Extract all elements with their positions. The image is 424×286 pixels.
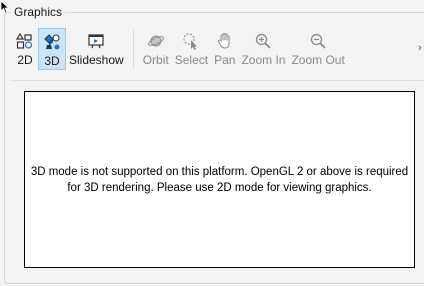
2d-shapes-icon [15,31,35,51]
graphics-viewport: 3D mode is not supported on this platfor… [24,91,415,268]
select-pointer-icon [181,31,201,51]
zoom-in-label: Zoom In [241,53,286,67]
zoom-in-button[interactable]: Zoom In [238,28,288,70]
zoom-out-button[interactable]: Zoom Out [288,28,347,70]
3d-shapes-icon [42,32,62,52]
2d-label: 2D [17,53,33,67]
group-title: Graphics [11,5,66,19]
slideshow-icon [86,31,106,51]
zoom-in-icon [253,31,273,51]
2d-button[interactable]: 2D [12,28,38,70]
graphics-panel: Graphics 2D 3D Slideshow Orbit Select Pa… [0,0,424,286]
graphics-toolbar: 2D 3D Slideshow Orbit Select Pan Zoom In… [12,28,348,72]
zoom-out-icon [308,31,328,51]
slideshow-button[interactable]: Slideshow [66,28,127,70]
unsupported-3d-message: 3D mode is not supported on this platfor… [30,165,409,194]
pan-label: Pan [214,53,236,67]
3d-button[interactable]: 3D [38,28,66,70]
3d-label: 3D [44,54,60,68]
zoom-out-label: Zoom Out [291,53,345,67]
slideshow-label: Slideshow [69,53,124,67]
orbit-label: Orbit [142,53,169,67]
select-button[interactable]: Select [172,28,211,70]
select-label: Select [174,53,209,67]
pan-button[interactable]: Pan [211,28,238,70]
toolbar-separator [132,30,134,68]
orbit-button[interactable]: Orbit [140,28,172,70]
pan-hand-icon [215,31,235,51]
orbit-icon [146,31,166,51]
toolbar-overflow-chevron-icon[interactable]: › [418,42,422,54]
